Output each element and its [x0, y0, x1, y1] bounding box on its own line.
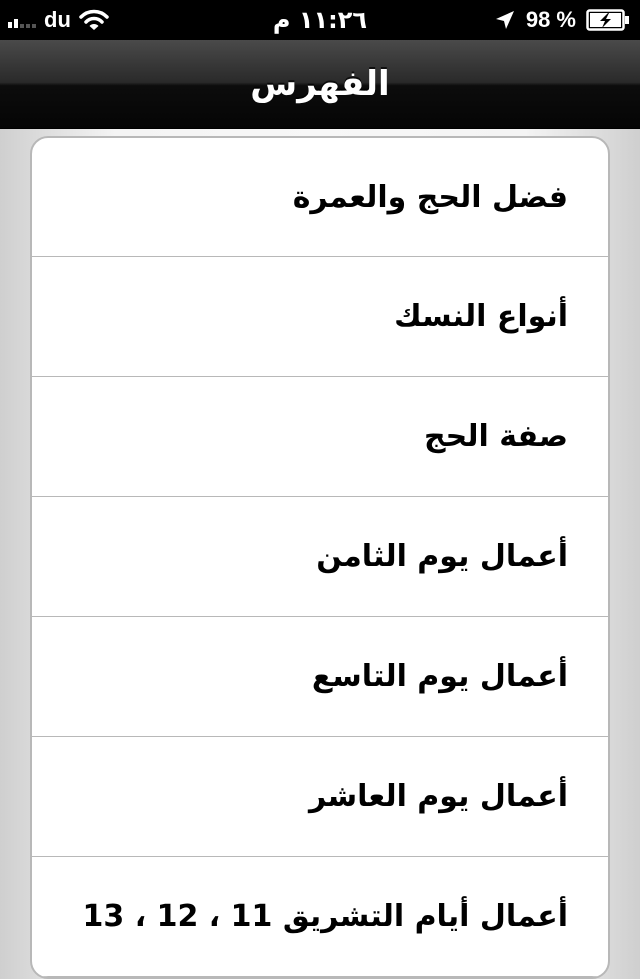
list-item-label: أعمال أيام التشريق 11 ، 12 ، 13 — [82, 899, 568, 934]
location-icon — [494, 9, 516, 31]
list-item[interactable]: صفة الحج — [32, 377, 608, 497]
list-item[interactable]: أعمال يوم الثامن — [32, 497, 608, 617]
list-item-label: فضل الحج والعمرة — [292, 179, 568, 215]
navigation-bar: الفهرس — [0, 40, 640, 129]
page-title: الفهرس — [250, 64, 390, 104]
list-item-label: أعمال يوم العاشر — [308, 779, 568, 814]
list-item[interactable]: أنواع النسك — [32, 257, 608, 377]
list-item-label: أعمال يوم التاسع — [311, 659, 568, 694]
status-bar: du ١١:٢٦ م 98 % — [0, 0, 640, 40]
list-item-label: صفة الحج — [423, 419, 568, 454]
list-item[interactable]: أعمال أيام التشريق 11 ، 12 ، 13 — [32, 857, 608, 977]
index-list: فضل الحج والعمرة أنواع النسك صفة الحج أع… — [30, 136, 610, 979]
status-right: 98 % — [494, 0, 630, 40]
list-item[interactable]: أعمال يوم التاسع — [32, 617, 608, 737]
battery-percent: 98 % — [525, 7, 576, 32]
list-item[interactable]: فضل الحج والعمرة — [32, 138, 608, 257]
list-item-label: أعمال يوم الثامن — [316, 539, 568, 574]
battery-charging-icon — [586, 9, 630, 31]
list-item-label: أنواع النسك — [394, 299, 568, 334]
list-item[interactable]: أعمال يوم العاشر — [32, 737, 608, 857]
